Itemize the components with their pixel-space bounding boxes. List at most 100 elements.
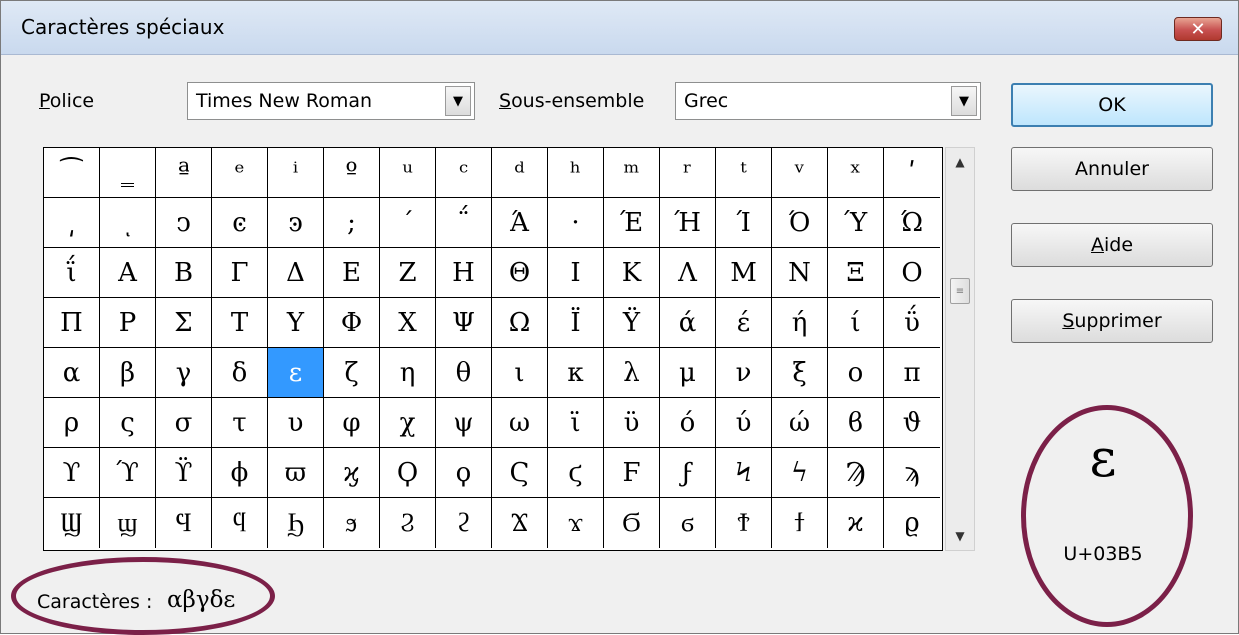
char-cell[interactable]: υ bbox=[268, 398, 324, 448]
char-cell[interactable]: Μ bbox=[716, 248, 772, 298]
delete-button[interactable]: Supprimer bbox=[1011, 299, 1213, 343]
char-cell[interactable]: Χ bbox=[380, 298, 436, 348]
char-cell[interactable]: ʹ bbox=[884, 148, 940, 198]
char-cell[interactable]: Ϛ bbox=[492, 448, 548, 498]
char-cell[interactable]: ᵛ bbox=[772, 148, 828, 198]
char-cell[interactable]: τ bbox=[212, 398, 268, 448]
char-cell[interactable]: ς bbox=[100, 398, 156, 448]
subset-combobox[interactable]: Grec ▼ bbox=[675, 82, 981, 120]
char-cell[interactable]: Ν bbox=[772, 248, 828, 298]
char-cell[interactable]: σ bbox=[156, 398, 212, 448]
cancel-button[interactable]: Annuler bbox=[1011, 147, 1213, 191]
char-cell[interactable]: ᵐ bbox=[604, 148, 660, 198]
char-cell[interactable]: ϟ bbox=[772, 448, 828, 498]
char-cell[interactable]: Ύ bbox=[828, 198, 884, 248]
char-cell[interactable]: ΰ bbox=[884, 298, 940, 348]
dropdown-arrow-icon[interactable]: ▼ bbox=[445, 86, 471, 116]
char-cell[interactable]: Ϟ bbox=[716, 448, 772, 498]
char-cell[interactable]: Ή bbox=[660, 198, 716, 248]
char-cell[interactable]: ί bbox=[828, 298, 884, 348]
char-cell[interactable]: ϥ bbox=[212, 498, 268, 548]
char-cell[interactable]: Ω bbox=[492, 298, 548, 348]
char-cell[interactable]: Ϊ bbox=[548, 298, 604, 348]
char-cell[interactable]: Ϥ bbox=[156, 498, 212, 548]
char-cell[interactable]: ϔ bbox=[156, 448, 212, 498]
char-cell[interactable]: ϑ bbox=[884, 398, 940, 448]
char-cell[interactable]: ζ bbox=[324, 348, 380, 398]
char-cell[interactable]: ᵉ bbox=[212, 148, 268, 198]
char-cell[interactable]: θ bbox=[436, 348, 492, 398]
char-cell[interactable]: ϡ bbox=[884, 448, 940, 498]
char-cell[interactable]: β bbox=[100, 348, 156, 398]
char-cell[interactable]: ϖ bbox=[268, 448, 324, 498]
char-cell[interactable]: ε bbox=[268, 348, 324, 398]
char-cell[interactable]: δ bbox=[212, 348, 268, 398]
font-combobox[interactable]: Times New Roman ▼ bbox=[187, 82, 475, 120]
char-cell[interactable]: ᶜ bbox=[436, 148, 492, 198]
char-cell[interactable]: ψ bbox=[436, 398, 492, 448]
char-cell[interactable]: χ bbox=[380, 398, 436, 448]
char-cell[interactable]: ϭ bbox=[660, 498, 716, 548]
char-cell[interactable]: Ώ bbox=[884, 198, 940, 248]
char-cell[interactable]: ʳ bbox=[660, 148, 716, 198]
char-cell[interactable]: ϛ bbox=[548, 448, 604, 498]
char-cell[interactable]: Ϩ bbox=[380, 498, 436, 548]
char-cell[interactable]: ϊ bbox=[548, 398, 604, 448]
char-cell[interactable]: Ε bbox=[324, 248, 380, 298]
scroll-up-icon[interactable]: ▲ bbox=[946, 148, 974, 176]
char-cell[interactable]: ό bbox=[660, 398, 716, 448]
char-cell[interactable]: ϯ bbox=[772, 498, 828, 548]
grid-scrollbar[interactable]: ▲ ≡ ▼ bbox=[945, 147, 975, 551]
char-cell[interactable]: έ bbox=[716, 298, 772, 348]
char-cell[interactable]: ρ bbox=[44, 398, 100, 448]
dropdown-arrow-icon[interactable]: ▼ bbox=[951, 86, 977, 116]
char-cell[interactable]: Ϭ bbox=[604, 498, 660, 548]
char-cell[interactable]: ; bbox=[324, 198, 380, 248]
char-cell[interactable]: Λ bbox=[660, 248, 716, 298]
char-cell[interactable]: Υ bbox=[268, 298, 324, 348]
char-cell[interactable]: ϗ bbox=[324, 448, 380, 498]
char-cell[interactable]: Ό bbox=[772, 198, 828, 248]
char-cell[interactable]: ξ bbox=[772, 348, 828, 398]
char-cell[interactable]: φ bbox=[324, 398, 380, 448]
char-cell[interactable]: ⁱ bbox=[268, 148, 324, 198]
char-cell[interactable]: ϙ bbox=[436, 448, 492, 498]
char-cell[interactable]: Ϝ bbox=[604, 448, 660, 498]
char-cell[interactable]: Γ bbox=[212, 248, 268, 298]
char-cell[interactable]: Δ bbox=[268, 248, 324, 298]
char-cell[interactable]: π bbox=[884, 348, 940, 398]
char-cell[interactable]: ο bbox=[828, 348, 884, 398]
char-cell[interactable]: ϓ bbox=[100, 448, 156, 498]
character-grid[interactable]: ⁀ ‗ ª ᵉ ⁱ º ᵘ ᶜ ᵈ ʰ ᵐ ʳ ᵗ ᵛ ˣ ʹ ͵ ͺ ͻ ͼ ͽ; ΄ ΅ Ά · Έ Ή Ί Ό Ύ Ώΐ Α Β Γ Δ Ε Ζ Η… bbox=[43, 147, 943, 551]
char-cell[interactable]: ν bbox=[716, 348, 772, 398]
char-cell[interactable]: ª bbox=[156, 148, 212, 198]
char-cell[interactable]: Α bbox=[100, 248, 156, 298]
char-cell[interactable]: ϰ bbox=[828, 498, 884, 548]
char-cell[interactable]: Ψ bbox=[436, 298, 492, 348]
char-cell[interactable]: Έ bbox=[604, 198, 660, 248]
char-cell[interactable]: ή bbox=[772, 298, 828, 348]
close-button[interactable]: ✕ bbox=[1174, 17, 1222, 41]
char-cell[interactable]: · bbox=[548, 198, 604, 248]
scroll-thumb[interactable]: ≡ bbox=[950, 278, 970, 304]
char-cell[interactable]: Ϣ bbox=[44, 498, 100, 548]
char-cell[interactable]: ά bbox=[660, 298, 716, 348]
char-cell[interactable]: ⁀ bbox=[44, 148, 100, 198]
char-cell[interactable]: ϧ bbox=[324, 498, 380, 548]
char-cell[interactable]: α bbox=[44, 348, 100, 398]
char-cell[interactable]: ϐ bbox=[828, 398, 884, 448]
char-cell[interactable]: ͵ bbox=[44, 198, 100, 248]
char-cell[interactable]: Ί bbox=[716, 198, 772, 248]
char-cell[interactable]: ϫ bbox=[548, 498, 604, 548]
char-cell[interactable]: Σ bbox=[156, 298, 212, 348]
char-cell[interactable]: Ϧ bbox=[268, 498, 324, 548]
ok-button[interactable]: OK bbox=[1011, 83, 1213, 127]
char-cell[interactable]: ϒ bbox=[44, 448, 100, 498]
char-cell[interactable]: Ϙ bbox=[380, 448, 436, 498]
char-cell[interactable]: μ bbox=[660, 348, 716, 398]
char-cell[interactable]: ᵗ bbox=[716, 148, 772, 198]
char-cell[interactable]: ͼ bbox=[212, 198, 268, 248]
char-cell[interactable]: Ι bbox=[548, 248, 604, 298]
char-cell[interactable]: ύ bbox=[716, 398, 772, 448]
char-cell[interactable]: Θ bbox=[492, 248, 548, 298]
